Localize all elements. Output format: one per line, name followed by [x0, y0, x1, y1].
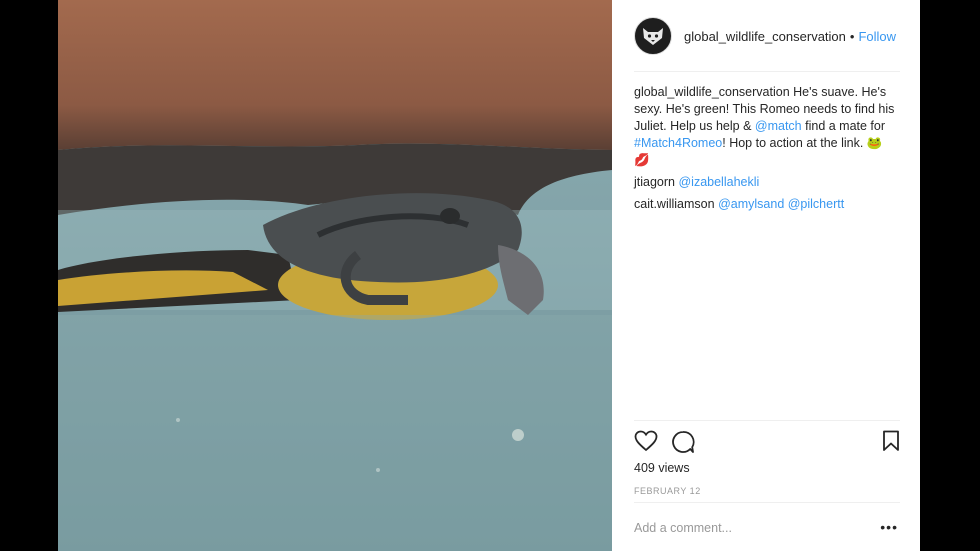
bookmark-icon[interactable] [882, 430, 900, 457]
post-side-panel: global_wildlife_conservation • Follow gl… [612, 0, 920, 551]
divider [634, 420, 900, 421]
more-options-button[interactable]: ••• [880, 519, 898, 535]
comment-mention-link[interactable]: @izabellahekli [678, 175, 759, 189]
add-comment-input[interactable]: Add a comment... [634, 521, 854, 535]
caption: global_wildlife_conservation He's suave.… [634, 84, 900, 169]
comment-bubble-icon[interactable] [671, 430, 695, 459]
caption-username[interactable]: global_wildlife_conservation [634, 85, 790, 99]
comments-list: global_wildlife_conservation He's suave.… [634, 84, 900, 218]
follow-button[interactable]: Follow [858, 29, 896, 44]
caption-hashtag-link[interactable]: #Match4Romeo [634, 136, 722, 150]
comment-username[interactable]: jtiagorn [634, 175, 675, 189]
post-video[interactable] [58, 0, 612, 551]
comment-mention-link[interactable]: @amylsand @pilchertt [718, 197, 844, 211]
divider [634, 71, 900, 72]
caption-mention-link[interactable]: @match [755, 119, 802, 133]
caption-text: find a mate for [801, 119, 886, 133]
post-username[interactable]: global_wildlife_conservation [684, 29, 846, 44]
heart-icon[interactable] [634, 430, 658, 457]
separator-dot: • [849, 28, 855, 44]
post-date: FEBRUARY 12 [634, 486, 701, 496]
divider [634, 502, 900, 503]
list-item: jtiagorn @izabellahekli [634, 174, 900, 191]
views-count[interactable]: 409 views [634, 461, 690, 475]
post-header: global_wildlife_conservation • Follow [634, 17, 900, 55]
panther-avatar-icon[interactable] [634, 17, 672, 55]
comment-username[interactable]: cait.williamson [634, 197, 715, 211]
list-item: cait.williamson @amylsand @pilchertt [634, 196, 900, 213]
frog-underwater-image [58, 0, 612, 551]
action-bar [634, 430, 900, 454]
